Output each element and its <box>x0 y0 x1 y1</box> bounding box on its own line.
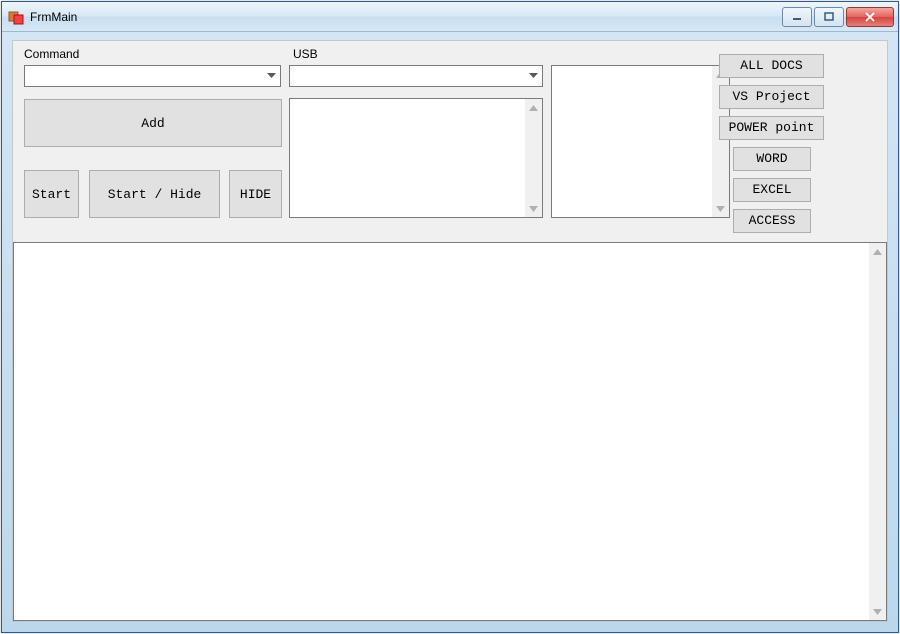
textarea-1[interactable] <box>289 98 543 218</box>
add-button-label: Add <box>141 116 164 131</box>
start-button[interactable]: Start <box>24 170 79 218</box>
usb-combobox[interactable] <box>289 65 543 87</box>
access-button[interactable]: ACCESS <box>733 209 811 233</box>
command-label: Command <box>24 47 79 61</box>
scroll-down-icon[interactable] <box>869 603 886 620</box>
close-button[interactable] <box>846 7 894 27</box>
all-docs-button[interactable]: ALL DOCS <box>719 54 824 78</box>
add-button[interactable]: Add <box>24 99 282 147</box>
app-icon <box>8 9 24 25</box>
minimize-button[interactable] <box>782 7 812 27</box>
start-hide-button[interactable]: Start / Hide <box>89 170 220 218</box>
window-title: FrmMain <box>30 10 77 24</box>
textarea-2[interactable] <box>551 65 730 218</box>
usb-label: USB <box>293 47 318 61</box>
window-controls <box>782 7 894 27</box>
scrollbar-vertical[interactable] <box>869 243 886 620</box>
command-combobox[interactable] <box>24 65 281 87</box>
scroll-up-icon[interactable] <box>869 243 886 260</box>
scroll-track[interactable] <box>869 260 886 603</box>
client-area: Command USB Add Start Start / Hide HIDE <box>12 40 888 622</box>
command-input[interactable] <box>25 66 263 86</box>
start-button-label: Start <box>32 187 71 202</box>
vs-project-button[interactable]: VS Project <box>719 85 824 109</box>
scroll-up-icon[interactable] <box>525 99 542 116</box>
scroll-down-icon[interactable] <box>525 200 542 217</box>
main-window: FrmMain Command USB <box>1 1 899 633</box>
scrollbar-vertical[interactable] <box>525 99 542 217</box>
hide-button[interactable]: HIDE <box>229 170 282 218</box>
excel-button[interactable]: EXCEL <box>733 178 811 202</box>
usb-input[interactable] <box>290 66 525 86</box>
titlebar[interactable]: FrmMain <box>2 2 898 32</box>
scroll-track[interactable] <box>525 116 542 200</box>
hide-button-label: HIDE <box>240 187 271 202</box>
chevron-down-icon[interactable] <box>263 66 280 86</box>
chevron-down-icon[interactable] <box>525 66 542 86</box>
word-button[interactable]: WORD <box>733 147 811 171</box>
maximize-button[interactable] <box>814 7 844 27</box>
right-button-panel: ALL DOCS VS Project POWER point WORD EXC… <box>719 54 829 240</box>
textarea-main[interactable] <box>13 242 887 621</box>
power-point-button[interactable]: POWER point <box>719 116 824 140</box>
start-hide-button-label: Start / Hide <box>108 187 202 202</box>
